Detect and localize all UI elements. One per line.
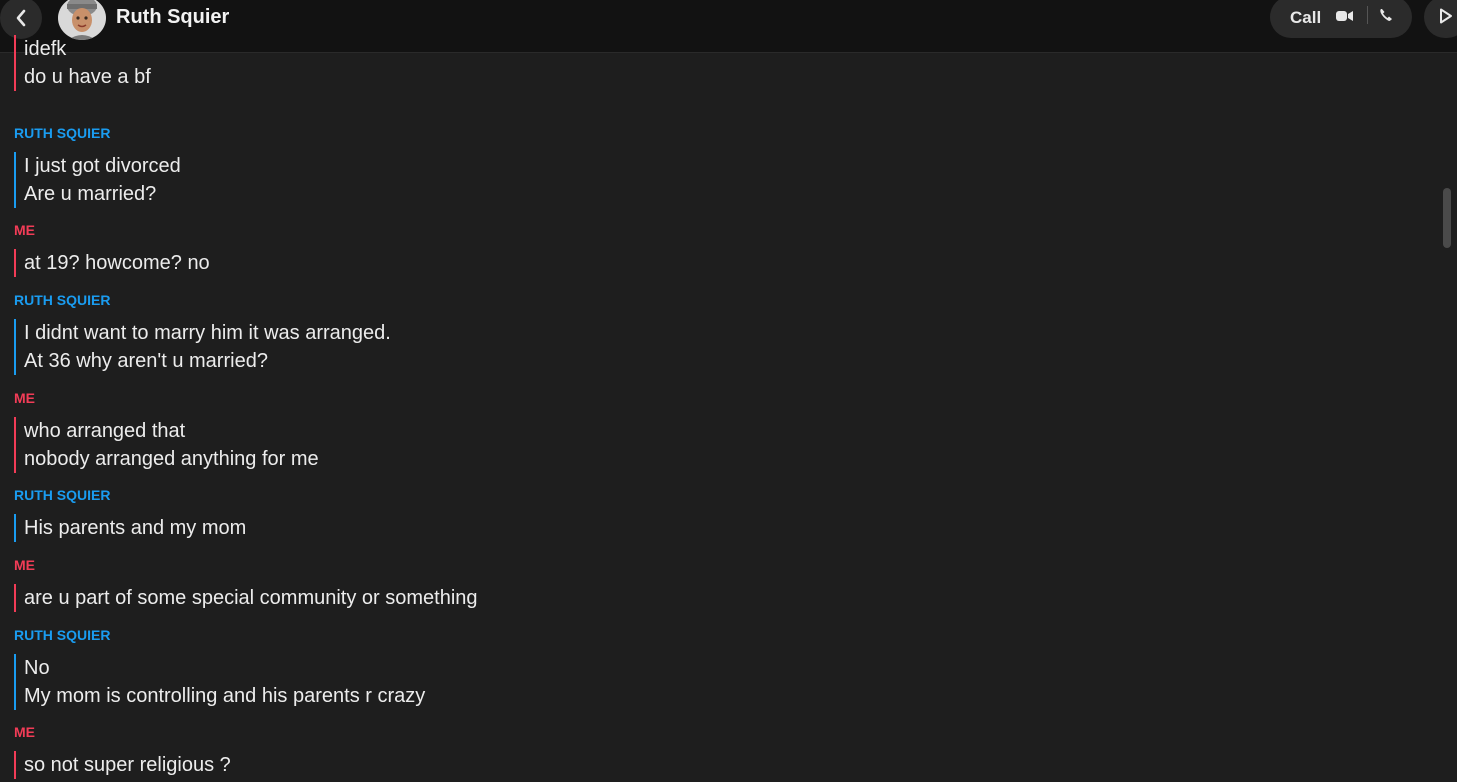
message-text[interactable]: at 19? howcome? no (24, 249, 210, 277)
message-group: ME at 19? howcome? no (14, 221, 210, 277)
sender-label: RUTH SQUIER (14, 627, 111, 643)
message-text[interactable]: I didnt want to marry him it was arrange… (24, 319, 391, 347)
message-text[interactable]: idefk (24, 35, 151, 63)
sender-label: ME (14, 222, 35, 238)
chevron-left-icon (16, 9, 26, 27)
message-text[interactable]: so not super religious ? (24, 751, 231, 779)
message-block: idefk do u have a bf (14, 35, 151, 91)
chat-header: Ruth Squier Call (0, 0, 1457, 53)
sender-label: RUTH SQUIER (14, 487, 111, 503)
back-button[interactable] (0, 0, 42, 39)
message-text[interactable]: Are u married? (24, 180, 181, 208)
contact-name[interactable]: Ruth Squier (116, 6, 229, 29)
message-group: idefk do u have a bf (14, 35, 151, 91)
message-group: RUTH SQUIER I just got divorced Are u ma… (14, 124, 181, 208)
sender-label: ME (14, 390, 35, 406)
video-call-icon[interactable] (1335, 9, 1355, 23)
scroll-thumb[interactable] (1443, 188, 1451, 248)
play-icon (1440, 8, 1452, 24)
sender-label: ME (14, 724, 35, 740)
sender-label: ME (14, 557, 35, 573)
call-controls: Call (1270, 0, 1412, 38)
message-block: No My mom is controlling and his parents… (14, 654, 425, 710)
message-block: at 19? howcome? no (14, 249, 210, 277)
message-text[interactable]: His parents and my mom (24, 514, 246, 542)
message-group: RUTH SQUIER His parents and my mom (14, 486, 246, 542)
message-group: ME are u part of some special community … (14, 556, 478, 612)
bitmoji-avatar-icon (58, 0, 106, 40)
message-text[interactable]: who arranged that (24, 417, 319, 445)
message-group: RUTH SQUIER No My mom is controlling and… (14, 626, 425, 710)
message-text[interactable]: nobody arranged anything for me (24, 445, 319, 473)
message-group: ME who arranged that nobody arranged any… (14, 389, 319, 473)
message-text[interactable]: I just got divorced (24, 152, 181, 180)
message-text[interactable]: At 36 why aren't u married? (24, 347, 391, 375)
message-text[interactable]: do u have a bf (24, 63, 151, 91)
chat-thread: idefk do u have a bf RUTH SQUIER I just … (0, 35, 1440, 782)
message-block: so not super religious ? (14, 751, 231, 779)
message-block: His parents and my mom (14, 514, 246, 542)
avatar[interactable] (58, 0, 106, 40)
more-button[interactable] (1424, 0, 1457, 38)
message-block: are u part of some special community or … (14, 584, 478, 612)
chat-scrollbar[interactable] (1442, 54, 1457, 782)
sender-label: RUTH SQUIER (14, 292, 111, 308)
call-label[interactable]: Call (1290, 8, 1321, 28)
phone-icon[interactable] (1378, 7, 1394, 23)
message-text[interactable]: are u part of some special community or … (24, 584, 478, 612)
sender-label: RUTH SQUIER (14, 125, 111, 141)
message-group: RUTH SQUIER I didnt want to marry him it… (14, 291, 391, 375)
message-block: I just got divorced Are u married? (14, 152, 181, 208)
message-block: who arranged that nobody arranged anythi… (14, 417, 319, 473)
message-group: ME so not super religious ? (14, 723, 231, 779)
divider (1367, 6, 1368, 24)
message-block: I didnt want to marry him it was arrange… (14, 319, 391, 375)
message-text[interactable]: My mom is controlling and his parents r … (24, 682, 425, 710)
message-text[interactable]: No (24, 654, 425, 682)
